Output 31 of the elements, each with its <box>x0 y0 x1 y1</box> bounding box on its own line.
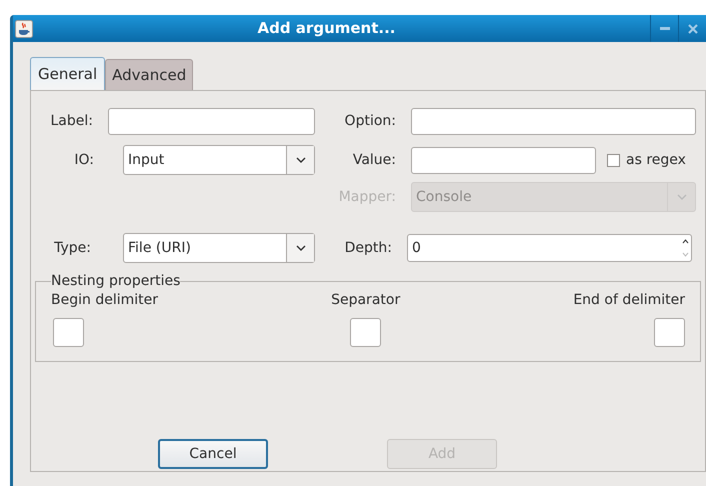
field-label: End of delimiter <box>573 291 685 310</box>
java-cup-icon <box>15 20 33 38</box>
dropdown[interactable]: Input <box>123 145 315 175</box>
field-label: Begin delimiter <box>51 291 158 310</box>
text-field[interactable] <box>411 146 596 174</box>
window-title: Add argument... <box>256 18 396 40</box>
checkbox-label: as regex <box>626 150 686 170</box>
caret-icon <box>296 245 306 251</box>
caret-icon <box>676 194 686 200</box>
text-field[interactable] <box>53 318 84 347</box>
field-label: IO: <box>73 150 94 170</box>
text-field[interactable] <box>108 108 315 135</box>
dialog-button[interactable]: Cancel <box>158 439 268 469</box>
tab[interactable]: Advanced <box>105 59 194 90</box>
checkbox[interactable] <box>607 154 620 166</box>
field-label: Option: <box>344 112 396 131</box>
tab[interactable]: General <box>30 57 106 90</box>
field-label: Label: <box>50 112 93 131</box>
field-label: Value: <box>352 150 396 170</box>
group-title: Nesting properties <box>51 272 180 290</box>
field-label: Depth: <box>344 238 392 258</box>
text-field[interactable] <box>654 318 685 347</box>
caret-icon <box>296 157 306 163</box>
text-field[interactable] <box>350 318 382 347</box>
field-label: Type: <box>53 238 91 258</box>
field-label: Separator <box>331 291 400 310</box>
dropdown[interactable]: File (URI) <box>123 233 315 263</box>
text-field[interactable] <box>411 108 696 135</box>
spinner-field[interactable]: 0 <box>407 234 692 262</box>
close-icon <box>688 24 698 34</box>
minimize-icon <box>660 26 670 30</box>
